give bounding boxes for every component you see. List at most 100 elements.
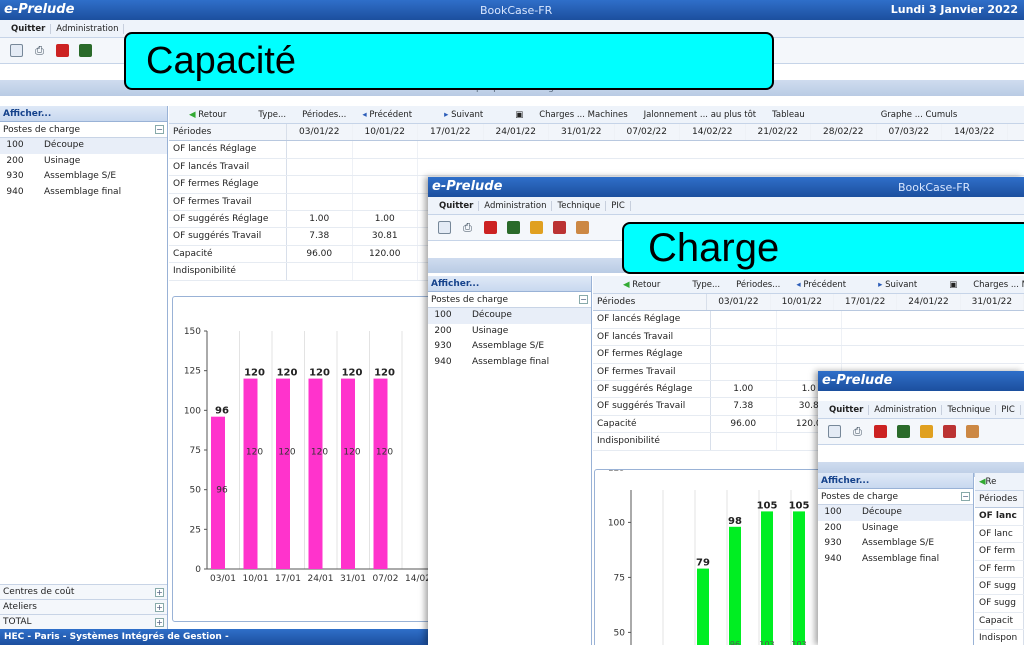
- control-bar: ◀ Retour Type... Périodes... ◂ Précédent…: [169, 106, 1024, 124]
- save-icon[interactable]: [438, 221, 451, 234]
- control-bar: ◀ Retour Type... Périodes... ◂ Précédent…: [593, 276, 1024, 294]
- menu-pic[interactable]: PIC: [996, 404, 1021, 415]
- print-icon[interactable]: ⎙: [33, 44, 46, 57]
- row-label: OF fermes Travail: [593, 363, 711, 380]
- tool-folder-icon[interactable]: [920, 425, 933, 438]
- menu-administration[interactable]: Administration: [51, 23, 125, 34]
- bar-inner-label: 120: [343, 448, 360, 458]
- tool-book-icon[interactable]: [897, 425, 910, 438]
- poste-code: 200: [6, 155, 24, 166]
- bar-inner-label: 120: [376, 448, 393, 458]
- poste-code: 200: [434, 325, 452, 336]
- charges-menu[interactable]: Charges ... Machines: [539, 110, 627, 120]
- collapse-icon[interactable]: −: [961, 492, 970, 501]
- jalonnement-menu[interactable]: Jalonnement ... au plus tôt: [644, 110, 756, 120]
- poste-row[interactable]: 940 Assemblage final: [818, 552, 973, 568]
- menu-quitter[interactable]: Quitter: [434, 200, 480, 211]
- menu-quitter[interactable]: Quitter: [824, 404, 870, 415]
- row-label: OF lancés Réglage: [593, 311, 711, 328]
- poste-row[interactable]: 200 Usinage: [818, 521, 973, 537]
- tool-gear-icon[interactable]: [553, 221, 566, 234]
- table-row: OF ferm: [975, 543, 1024, 561]
- print-icon[interactable]: ⎙: [851, 425, 864, 438]
- graphe-menu[interactable]: Graphe ... Cumuls: [881, 110, 958, 120]
- menu-administration[interactable]: Administration: [869, 404, 943, 415]
- afficher-header[interactable]: Afficher...: [818, 473, 973, 489]
- poste-row[interactable]: 100 Découpe: [428, 308, 591, 324]
- retour-button[interactable]: ◀ Retour: [189, 110, 242, 120]
- tool-grid-icon[interactable]: [966, 425, 979, 438]
- precedent-button[interactable]: ◂ Précédent: [796, 280, 862, 290]
- precedent-button[interactable]: ◂ Précédent: [362, 110, 428, 120]
- bar-value-label: 120: [277, 368, 298, 379]
- postes-header[interactable]: Postes de charge −: [818, 489, 973, 505]
- menu-technique[interactable]: Technique: [942, 404, 997, 415]
- afficher-header[interactable]: Afficher...: [0, 106, 167, 122]
- ateliers[interactable]: Ateliers +: [0, 599, 167, 614]
- save-icon[interactable]: [10, 44, 23, 57]
- expand-icon[interactable]: +: [155, 588, 164, 597]
- bar: [697, 568, 709, 645]
- poste-row[interactable]: 200 Usinage: [0, 154, 167, 170]
- value-cell: [287, 193, 353, 210]
- tool-grid-icon[interactable]: [576, 221, 589, 234]
- bar-inner-label: 96: [730, 640, 740, 645]
- bar-inner-label: 120: [311, 448, 328, 458]
- tool-red-icon[interactable]: [484, 221, 497, 234]
- value-cell: 30.81: [353, 228, 418, 245]
- poste-row[interactable]: 930 Assemblage S/E: [0, 169, 167, 185]
- calendar-icon[interactable]: ▣: [949, 280, 957, 290]
- period-cell: 03/01/22: [707, 294, 771, 311]
- periodes-menu[interactable]: Périodes...: [302, 110, 346, 120]
- bar-value-label: 120: [309, 368, 330, 379]
- table-row: OF sugg: [975, 577, 1024, 596]
- periodes-menu[interactable]: Périodes...: [736, 280, 780, 290]
- postes-header[interactable]: Postes de charge −: [428, 292, 591, 308]
- charges-menu[interactable]: Charges ... Ma: [973, 280, 1024, 290]
- type-menu[interactable]: Type...: [692, 280, 720, 290]
- menu-administration[interactable]: Administration: [479, 200, 553, 211]
- menu-technique[interactable]: Technique: [552, 200, 607, 211]
- suivant-button[interactable]: ▸ Suivant: [878, 280, 933, 290]
- period-cell: 07/02/22: [615, 124, 680, 141]
- table-row: Indispon: [975, 630, 1024, 645]
- tableau-button[interactable]: Tableau: [772, 110, 805, 120]
- tool-folder-icon[interactable]: [530, 221, 543, 234]
- tool-gear-icon[interactable]: [943, 425, 956, 438]
- value-cell: [353, 263, 418, 280]
- postes-header[interactable]: Postes de charge −: [0, 122, 167, 138]
- expand-icon[interactable]: +: [155, 618, 164, 627]
- calendar-icon[interactable]: ▣: [515, 110, 523, 120]
- poste-row[interactable]: 940 Assemblage final: [428, 355, 591, 371]
- value-cell: [777, 328, 842, 346]
- expand-icon[interactable]: +: [155, 603, 164, 612]
- precedent-label: Précédent: [369, 109, 413, 120]
- poste-row[interactable]: 200 Usinage: [428, 324, 591, 340]
- collapse-icon[interactable]: −: [579, 295, 588, 304]
- poste-row[interactable]: 930 Assemblage S/E: [428, 339, 591, 355]
- save-icon[interactable]: [828, 425, 841, 438]
- value-cell: [353, 158, 418, 176]
- bar: [243, 378, 258, 569]
- menu-pic[interactable]: PIC: [606, 200, 631, 211]
- tool-book-icon[interactable]: [79, 44, 92, 57]
- suivant-button[interactable]: ▸ Suivant: [444, 110, 499, 120]
- retour-button[interactable]: ◀ Retour: [623, 280, 676, 290]
- tool-red-icon[interactable]: [56, 44, 69, 57]
- poste-row[interactable]: 100 Découpe: [0, 138, 167, 154]
- poste-row[interactable]: 940 Assemblage final: [0, 185, 167, 201]
- retour-button[interactable]: ◀Re: [979, 477, 1012, 487]
- total[interactable]: TOTAL +: [0, 614, 167, 629]
- type-menu[interactable]: Type...: [258, 110, 286, 120]
- collapse-icon[interactable]: −: [155, 125, 164, 134]
- afficher-header[interactable]: Afficher...: [428, 276, 591, 292]
- tool-book-icon[interactable]: [507, 221, 520, 234]
- poste-row[interactable]: 930 Assemblage S/E: [818, 536, 973, 552]
- value-cell: 1.00: [711, 380, 777, 398]
- menu-quitter[interactable]: Quitter: [6, 23, 52, 34]
- tool-red-icon[interactable]: [874, 425, 887, 438]
- centres-de-cout[interactable]: Centres de coût +: [0, 584, 167, 599]
- poste-row[interactable]: 100 Découpe: [818, 505, 973, 521]
- x-tick-label: 24/01: [308, 574, 334, 584]
- print-icon[interactable]: ⎙: [461, 221, 474, 234]
